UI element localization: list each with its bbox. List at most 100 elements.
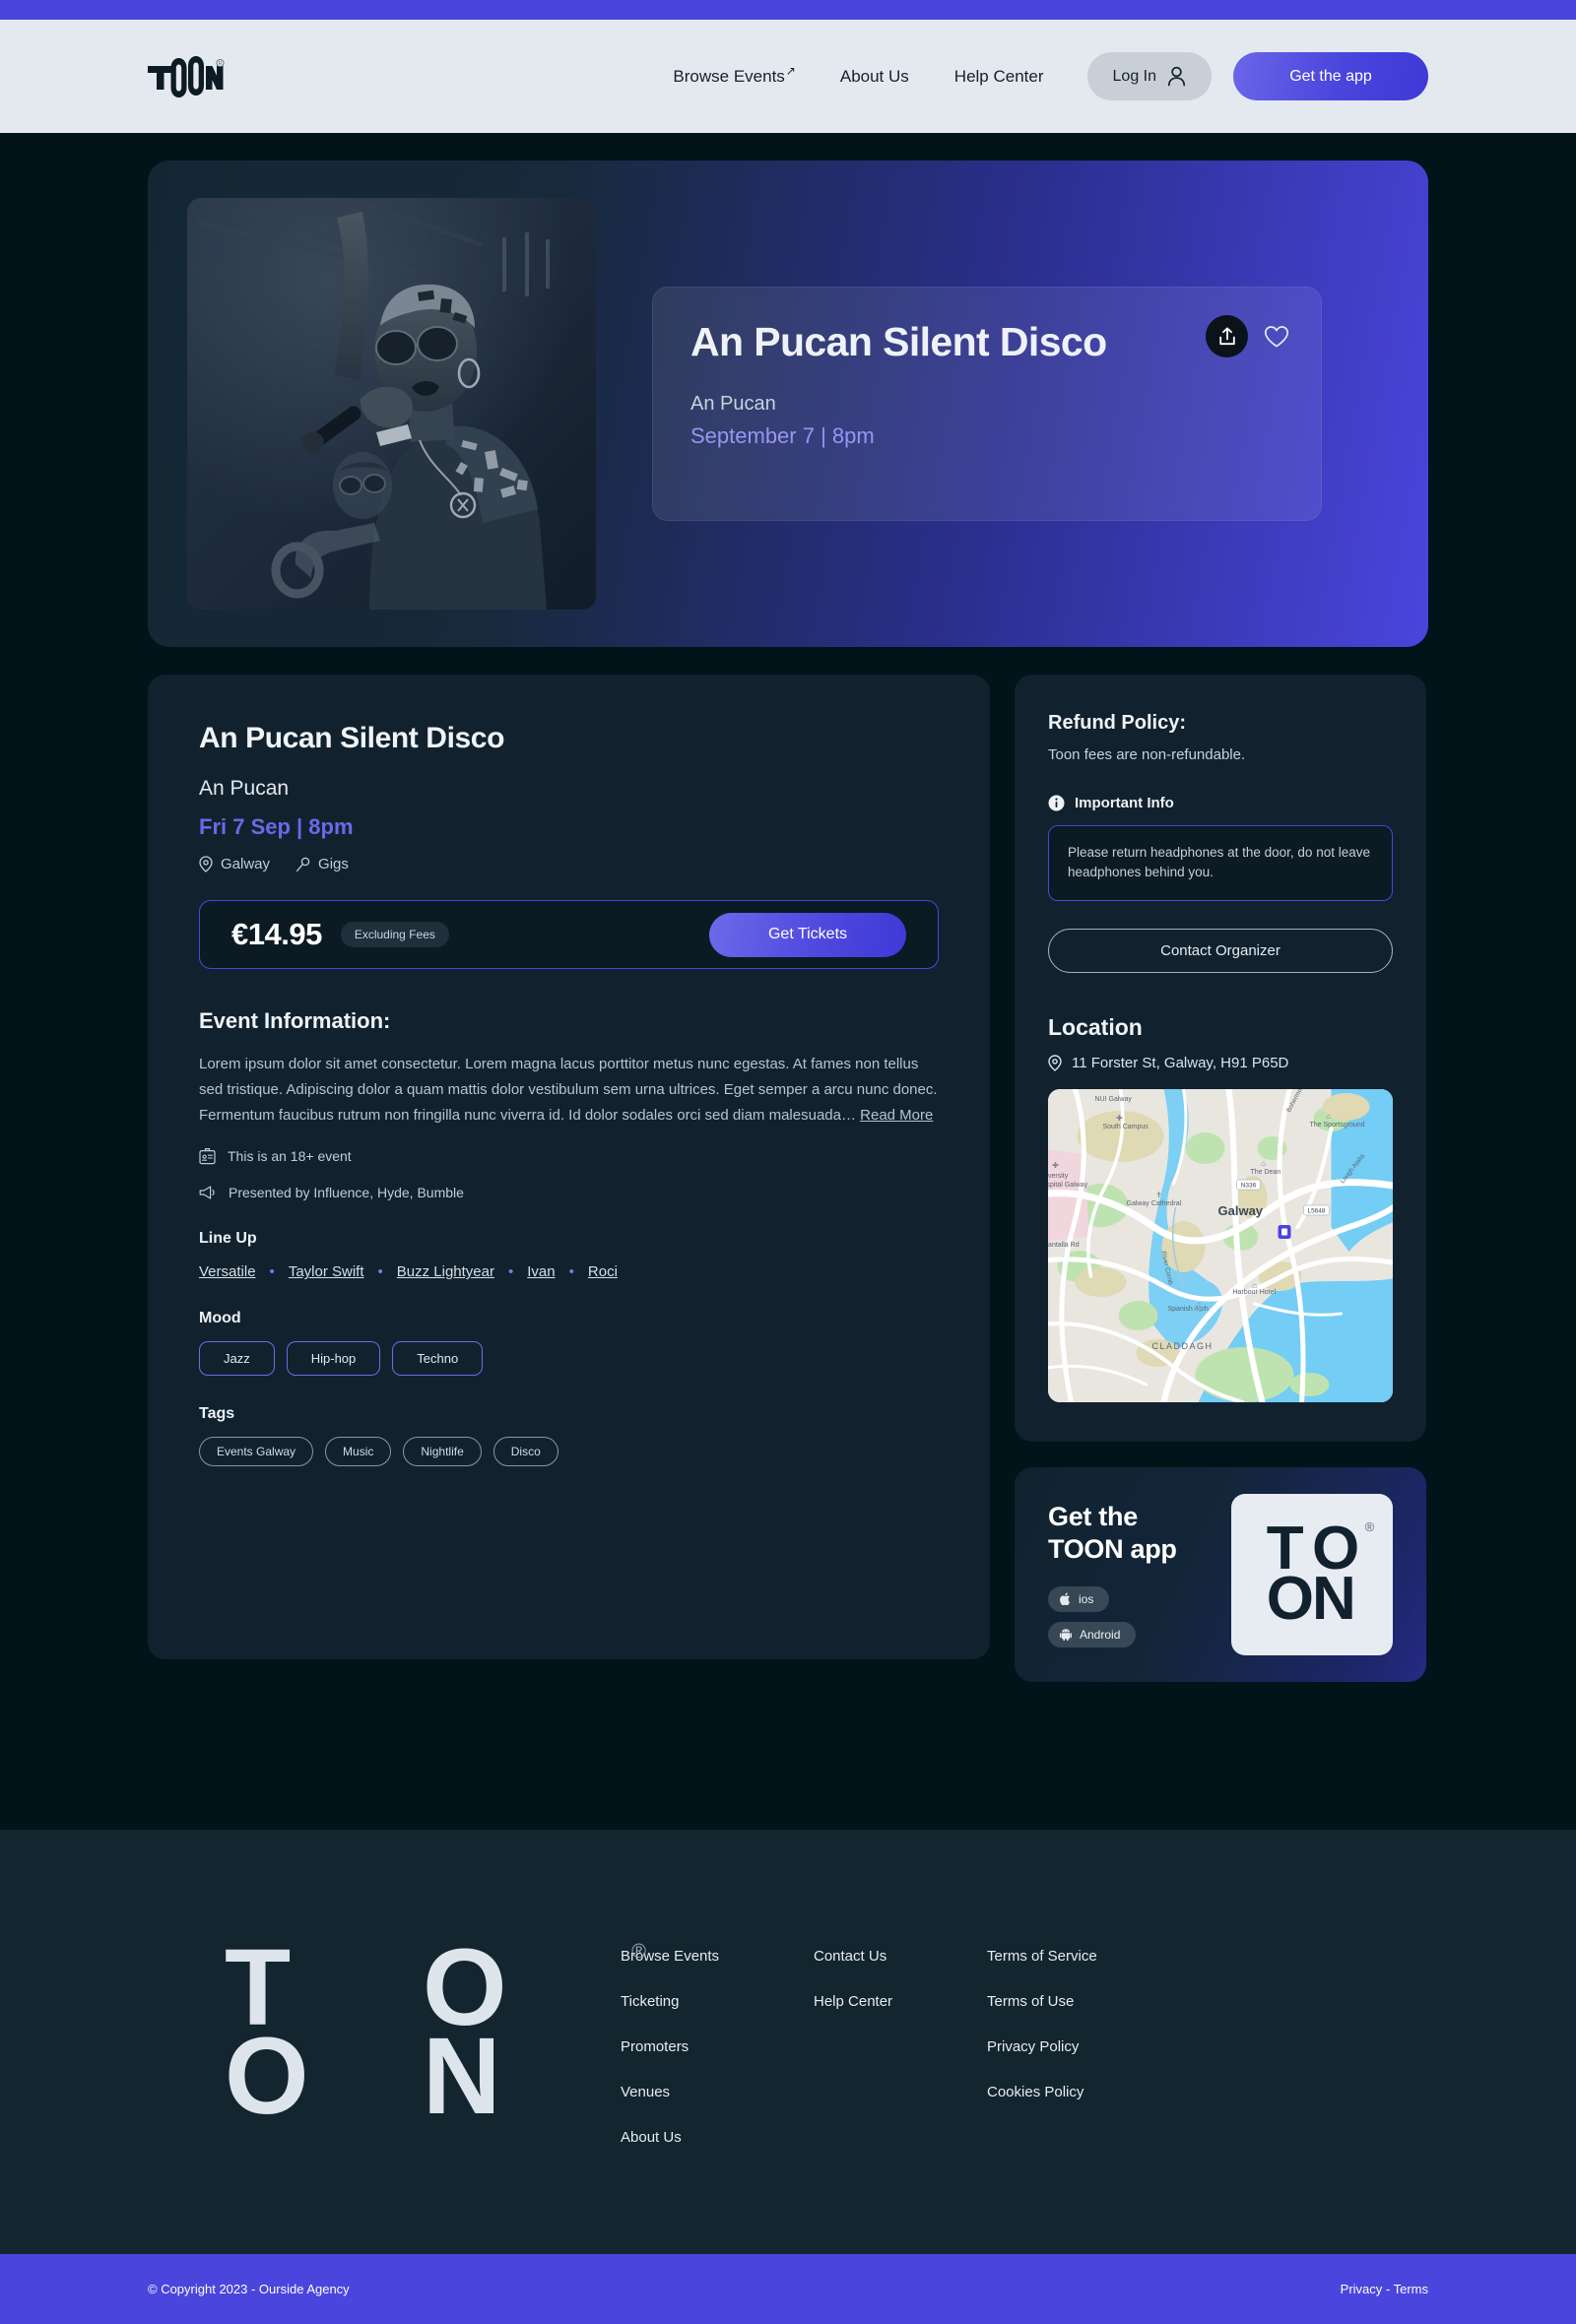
location-map[interactable]: Galway NUI Galway South Campus Universit…	[1048, 1088, 1393, 1402]
hero-event-date: September 7 | 8pm	[690, 423, 875, 449]
login-button[interactable]: Log In	[1086, 52, 1212, 100]
mood-pill[interactable]: Jazz	[199, 1341, 275, 1377]
footer-link[interactable]: Help Center	[814, 1993, 987, 2010]
read-more-link[interactable]: Read More	[860, 1107, 933, 1124]
share-button[interactable]	[1206, 315, 1248, 357]
megaphone-icon	[199, 1186, 215, 1199]
hero-event-card: An Pucan Silent Disco An Pucan September…	[652, 287, 1322, 521]
footer-link[interactable]: Terms of Use	[987, 1993, 1180, 2010]
lineup-item[interactable]: Versatile	[199, 1263, 256, 1280]
important-info-header: Important Info	[1048, 795, 1393, 811]
hero-event-venue: An Pucan	[690, 393, 776, 416]
event-hero-image	[187, 198, 596, 610]
hero-event-title: An Pucan Silent Disco	[690, 319, 1107, 364]
tag-pill[interactable]: Music	[325, 1437, 392, 1467]
android-label: Android	[1080, 1627, 1121, 1642]
get-app-card: Get the TOON app ios Android T O O N ®	[1015, 1466, 1426, 1682]
lineup-item[interactable]: Taylor Swift	[289, 1263, 364, 1280]
get-app-button[interactable]: Get the app	[1233, 52, 1428, 100]
location-address: 11 Forster St, Galway, H91 P65D	[1048, 1055, 1393, 1071]
event-hero: An Pucan Silent Disco An Pucan September…	[148, 161, 1428, 647]
svg-text:✝: ✝	[1155, 1191, 1162, 1199]
footer-link[interactable]: Privacy Policy	[987, 2038, 1180, 2055]
svg-text:⌂: ⌂	[1326, 1112, 1331, 1121]
location-pin-icon	[1048, 1054, 1062, 1071]
price-group: €14.95 Excluding Fees	[231, 917, 449, 952]
footer-link[interactable]: Terms of Service	[987, 1948, 1180, 1965]
footer-link[interactable]: Ticketing	[621, 1993, 814, 2010]
footer-link[interactable]: About Us	[621, 2129, 814, 2146]
contact-organizer-button[interactable]: Contact Organizer	[1048, 928, 1393, 973]
android-store-button[interactable]: Android	[1048, 1621, 1137, 1647]
site-header: R Browse Events↗ About Us Help Center Lo…	[0, 20, 1576, 133]
footer-link[interactable]: Venues	[621, 2084, 814, 2100]
svg-text:N336: N336	[1241, 1182, 1257, 1189]
event-information-heading: Event Information:	[199, 1008, 391, 1033]
event-date: Fri 7 Sep | 8pm	[199, 814, 354, 839]
lineup-separator-icon: •	[508, 1263, 514, 1281]
registered-mark-icon: ®	[631, 1940, 646, 1963]
event-venue: An Pucan	[199, 777, 290, 800]
lineup-separator-icon: •	[568, 1263, 574, 1281]
footer-legal-links[interactable]: Privacy - Terms	[1341, 2282, 1428, 2296]
svg-text:Harbour Hotel: Harbour Hotel	[1233, 1289, 1277, 1296]
svg-text:✚: ✚	[1116, 1114, 1123, 1123]
header-logo[interactable]: R	[148, 55, 225, 98]
event-city-label: Galway	[221, 856, 271, 872]
lineup-separator-icon: •	[377, 1263, 383, 1281]
page-title: An Pucan Silent Disco	[199, 722, 504, 754]
event-details-panel: An Pucan Silent Disco An Pucan Fri 7 Sep…	[148, 675, 990, 1659]
user-icon	[1167, 66, 1186, 87]
svg-text:R: R	[219, 61, 223, 67]
nav-link-browse-events[interactable]: Browse Events↗	[673, 64, 795, 87]
location-address-label: 11 Forster St, Galway, H91 P65D	[1072, 1054, 1289, 1071]
refund-policy-text: Toon fees are non-refundable.	[1048, 746, 1246, 763]
nav-link-help-center[interactable]: Help Center	[954, 67, 1044, 87]
login-label: Log In	[1112, 67, 1156, 85]
favorite-button[interactable]	[1264, 325, 1289, 349]
fees-note-badge: Excluding Fees	[340, 922, 449, 947]
map-illustration: Galway NUI Galway South Campus Universit…	[1048, 1088, 1393, 1402]
svg-text:Galway Cathedral: Galway Cathedral	[1127, 1200, 1182, 1207]
svg-text:Hospital Galway: Hospital Galway	[1048, 1182, 1088, 1189]
footer-link[interactable]: Contact Us	[814, 1948, 987, 1965]
tag-pill[interactable]: Events Galway	[199, 1437, 314, 1467]
presented-by-label: Presented by Influence, Hyde, Bumble	[229, 1185, 464, 1201]
toon-stacked-mark: T O O N ®	[1267, 1517, 1374, 1629]
tag-pill[interactable]: Nightlife	[403, 1437, 482, 1467]
mark-letter-o2: O	[225, 2015, 309, 2137]
event-description-text: Lorem ipsum dolor sit amet consectetur. …	[199, 1056, 938, 1124]
top-accent-bar	[0, 0, 1576, 20]
footer-link[interactable]: Promoters	[621, 2038, 814, 2055]
footer-logo[interactable]: T O O N ®	[148, 1933, 646, 2146]
footer-links: Browse Events Ticketing Promoters Venues…	[621, 1938, 1428, 2146]
footer-link[interactable]: Browse Events	[621, 1948, 814, 1965]
svg-text:L5648: L5648	[1307, 1207, 1325, 1214]
hero-actions	[1206, 315, 1289, 357]
primary-nav: Browse Events↗ About Us Help Center	[673, 64, 1044, 87]
lineup-list: Versatile • Taylor Swift • Buzz Lightyea…	[199, 1263, 939, 1280]
svg-text:CLADDAGH: CLADDAGH	[1152, 1341, 1214, 1351]
map-label-city: Galway	[1218, 1203, 1264, 1218]
id-card-icon	[199, 1148, 216, 1165]
svg-text:University: University	[1048, 1173, 1069, 1180]
lineup-item[interactable]: Buzz Lightyear	[397, 1263, 494, 1280]
location-heading: Location	[1048, 1013, 1143, 1040]
get-tickets-button[interactable]: Get Tickets	[709, 912, 906, 957]
nav-link-label: Browse Events	[673, 66, 785, 86]
nav-link-about-us[interactable]: About Us	[840, 67, 909, 87]
lineup-item[interactable]: Ivan	[527, 1263, 555, 1280]
location-pin-icon	[199, 856, 213, 872]
lineup-item[interactable]: Roci	[588, 1263, 618, 1280]
ios-store-button[interactable]: ios	[1048, 1585, 1110, 1612]
site-footer: T O O N ® Browse Events Ticketing Promot…	[0, 1829, 1576, 2254]
ios-label: ios	[1079, 1591, 1094, 1606]
mood-pill[interactable]: Techno	[392, 1341, 484, 1377]
tag-pill[interactable]: Disco	[492, 1437, 558, 1467]
copyright-text: © Copyright 2023 - Ourside Agency	[148, 2281, 350, 2296]
store-buttons: ios Android	[1048, 1585, 1177, 1647]
mood-pill[interactable]: Hip-hop	[286, 1341, 381, 1377]
footer-column-legal: Terms of Service Terms of Use Privacy Po…	[987, 1948, 1180, 2146]
mood-list: Jazz Hip-hop Techno	[199, 1341, 939, 1377]
footer-link[interactable]: Cookies Policy	[987, 2084, 1180, 2100]
